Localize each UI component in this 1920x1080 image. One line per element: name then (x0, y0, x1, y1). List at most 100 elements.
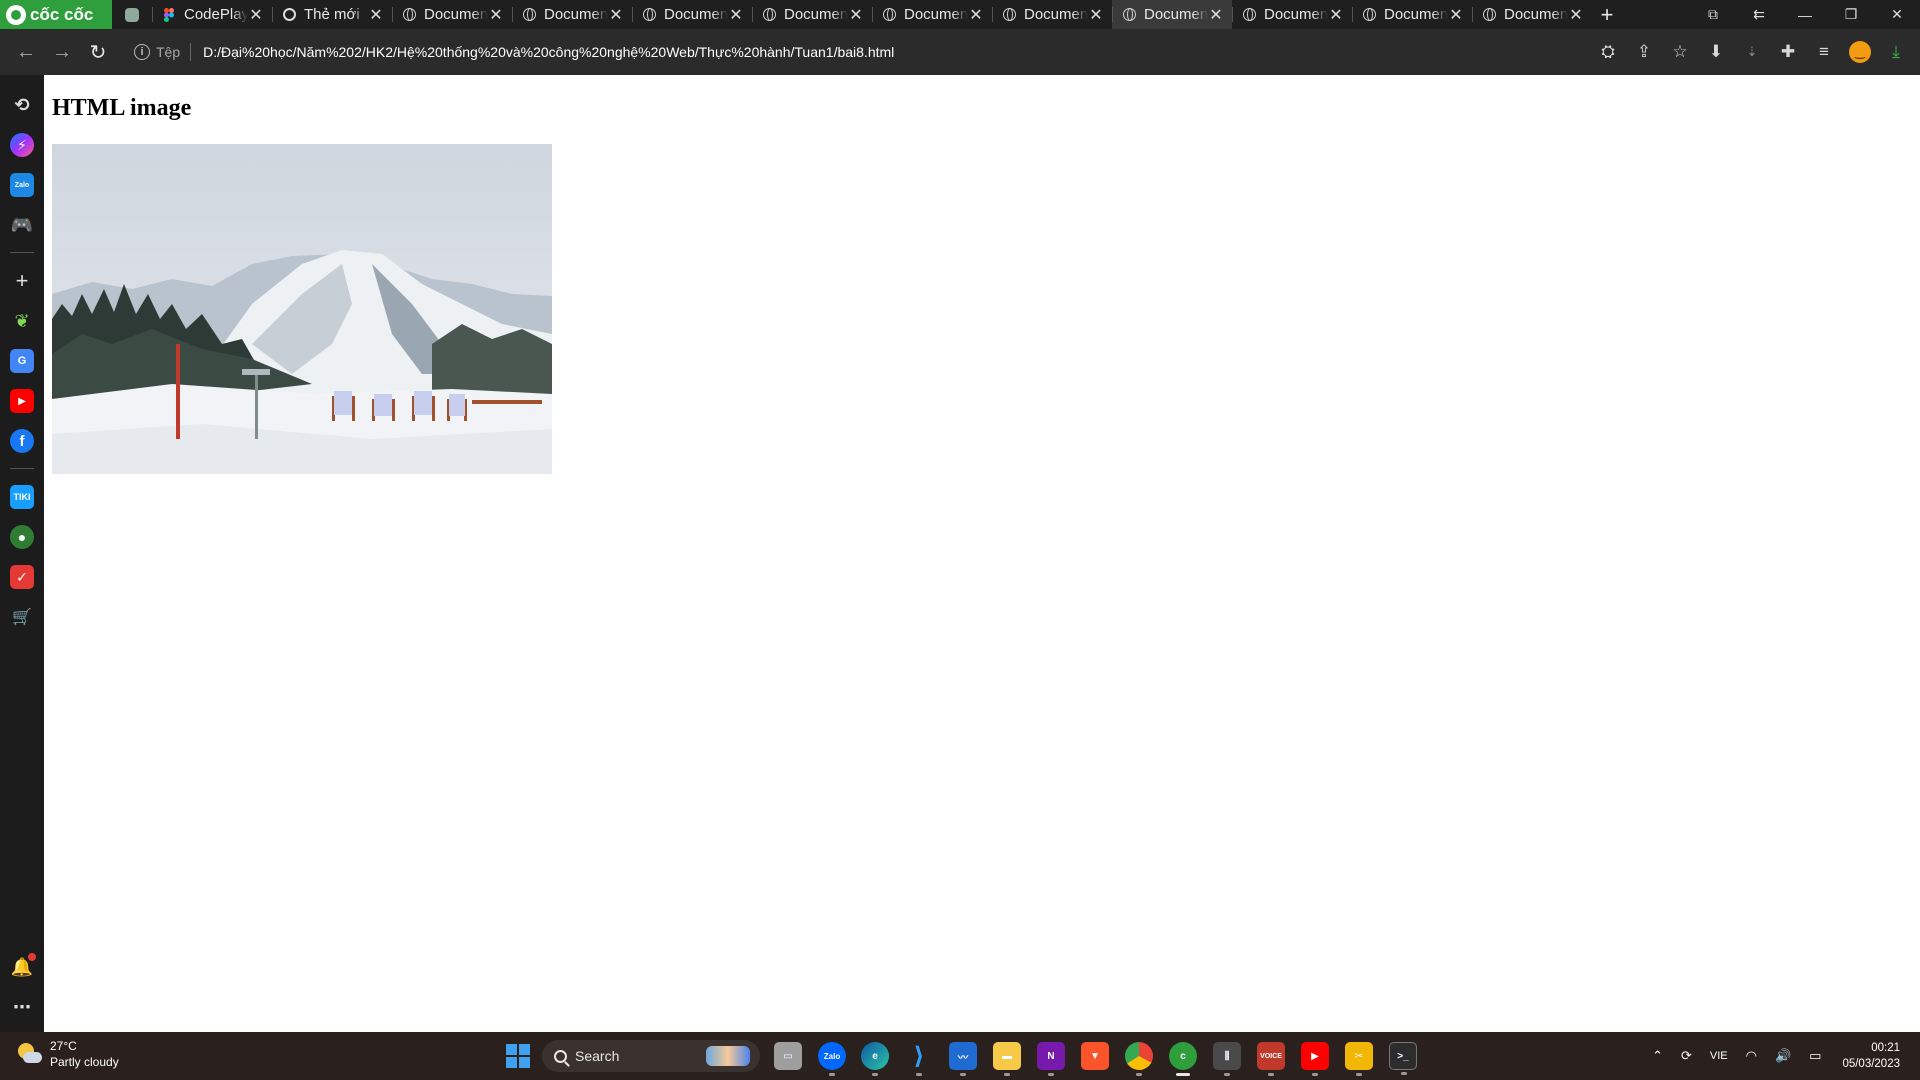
tab-close-icon[interactable]: ✕ (368, 5, 384, 25)
tab-document[interactable]: Documen ✕ (1472, 0, 1592, 29)
google-translate-icon[interactable]: G (10, 349, 34, 373)
avatar: ‿ (1849, 41, 1871, 63)
weather-widget[interactable]: 27°C Partly cloudy (16, 1038, 119, 1070)
youtube-icon[interactable]: ▶ (10, 389, 34, 413)
back-button[interactable]: ← (8, 34, 44, 70)
tab-codeplay[interactable]: CodePlay ✕ (152, 0, 272, 29)
taskbar-clock[interactable]: 00:21 05/03/2023 (1842, 1040, 1900, 1072)
messenger-icon[interactable]: ⚡ (10, 133, 34, 157)
extensions-icon[interactable]: ✚ (1770, 34, 1806, 70)
voicemeeter-icon[interactable]: VOICE (1257, 1042, 1285, 1076)
tab-document[interactable]: Documen ✕ (992, 0, 1112, 29)
forward-button[interactable]: → (44, 34, 80, 70)
address-bar[interactable]: i Tệp D:/Đại%20học/Năm%202/HK2/Hệ%20thốn… (124, 35, 1424, 69)
tab-label: Documen (544, 6, 608, 23)
coccoc-taskbar-icon[interactable]: c (1169, 1042, 1197, 1076)
close-window-button[interactable]: ✕ (1874, 6, 1920, 23)
facebook-icon[interactable]: f (10, 429, 34, 453)
tab-pinned-chatgpt[interactable] (112, 0, 152, 29)
tab-search-icon[interactable]: ⧉ (1690, 6, 1736, 23)
chrome-icon[interactable] (1125, 1042, 1153, 1076)
tab-label: Documen (1384, 6, 1448, 23)
wifi-icon[interactable]: ◠ (1746, 1048, 1757, 1064)
downloads-icon[interactable]: ⤓ (1878, 34, 1914, 70)
game-controller-icon[interactable]: 🎮 (10, 213, 34, 237)
add-sidebar-app-icon[interactable]: + (10, 268, 34, 293)
address-url[interactable]: D:/Đại%20học/Năm%202/HK2/Hệ%20thống%20và… (203, 44, 894, 60)
globe-icon (642, 8, 656, 22)
savior-download-icon[interactable]: ⬇ (1698, 34, 1734, 70)
globe-icon (522, 8, 536, 22)
tab-document[interactable]: Documen ✕ (632, 0, 752, 29)
history-icon[interactable]: ⟲ (10, 93, 34, 117)
zalo-icon[interactable]: Zalo (818, 1042, 846, 1076)
taskbar-search-box[interactable]: Search (542, 1040, 760, 1072)
tab-label: Documen (1504, 6, 1568, 23)
bookmark-star-icon[interactable]: ☆ (1662, 34, 1698, 70)
clock-time: 00:21 (1871, 1042, 1900, 1054)
sync-icon[interactable]: ⟳ (1681, 1048, 1692, 1064)
tab-close-icon[interactable]: ✕ (1088, 5, 1104, 25)
tab-close-icon[interactable]: ✕ (248, 5, 264, 25)
vscode-icon[interactable]: ⟩ (905, 1042, 933, 1076)
browser-menu-button[interactable]: cốc cốc (0, 0, 112, 29)
task-view-icon[interactable]: ▭ (774, 1042, 802, 1070)
minimize-button[interactable]: — (1782, 7, 1828, 23)
tab-document[interactable]: Documen ✕ (1232, 0, 1352, 29)
tab-close-icon[interactable]: ✕ (848, 5, 864, 25)
translate-icon[interactable]: ⛭ (1590, 34, 1626, 70)
tab-document[interactable]: Documen ✕ (512, 0, 632, 29)
more-options-icon[interactable]: ⋯ (10, 995, 34, 1019)
tab-document[interactable]: Documen ✕ (752, 0, 872, 29)
brave-icon[interactable]: ▼ (1081, 1042, 1109, 1070)
tab-close-icon[interactable]: ✕ (968, 5, 984, 25)
terminal-icon[interactable]: >_ (1389, 1042, 1417, 1075)
notification-badge (28, 953, 36, 961)
youtube-music-icon[interactable]: ▶ (1301, 1042, 1329, 1076)
tiki-icon[interactable]: TIKI (10, 485, 34, 509)
site-info-icon[interactable]: i (134, 44, 150, 60)
tab-close-icon[interactable]: ✕ (1568, 5, 1584, 25)
globe-icon (1242, 8, 1256, 22)
windows-start-button[interactable] (506, 1044, 530, 1068)
shopping-cart-icon[interactable]: 🛒 (10, 605, 34, 629)
chevron-up-icon[interactable]: ⌃ (1652, 1048, 1663, 1064)
new-tab-button[interactable]: + (1592, 0, 1622, 29)
zalo-icon[interactable]: Zalo (10, 173, 34, 197)
restore-button[interactable]: ❐ (1828, 6, 1874, 23)
tab-label: Documen (1024, 6, 1088, 23)
tab-document[interactable]: Documen ✕ (392, 0, 512, 29)
address-divider (190, 43, 192, 61)
tab-document[interactable]: Documen ✕ (872, 0, 992, 29)
tab-new-tab[interactable]: Thẻ mới ✕ (272, 0, 392, 29)
whiteboard-icon[interactable]: 〰 (949, 1042, 977, 1076)
reading-list-icon[interactable]: ≡ (1806, 34, 1842, 70)
battery-icon[interactable]: ▭ (1809, 1048, 1821, 1064)
share-icon[interactable]: ⇪ (1626, 34, 1662, 70)
tab-close-icon[interactable]: ✕ (1328, 5, 1344, 25)
input-language-indicator[interactable]: VIE (1710, 1050, 1728, 1062)
tab-close-icon[interactable]: ✕ (728, 5, 744, 25)
tab-document-active[interactable]: Documen ✕ (1112, 0, 1232, 29)
back-forward-cache-icon[interactable]: ⇇ (1736, 6, 1782, 23)
globe-icon (1002, 8, 1016, 22)
todo-check-icon[interactable]: ✓ (10, 565, 34, 589)
snipping-tool-icon[interactable]: ✂ (1345, 1042, 1373, 1076)
snowy-mountain-image (52, 144, 552, 474)
onenote-icon[interactable]: N (1037, 1042, 1065, 1076)
tab-document[interactable]: Documen ✕ (1352, 0, 1472, 29)
tab-close-icon[interactable]: ✕ (1448, 5, 1464, 25)
coccoc-green-icon[interactable]: ❦ (10, 309, 34, 333)
reload-button[interactable]: ↻ (80, 34, 116, 70)
chevron-down-icon[interactable]: ⇣ (1734, 34, 1770, 70)
earth-icon[interactable]: ● (10, 525, 34, 549)
tab-close-icon[interactable]: ✕ (1208, 5, 1224, 25)
file-explorer-icon[interactable]: ▬ (993, 1042, 1021, 1076)
tab-close-icon[interactable]: ✕ (608, 5, 624, 25)
tab-close-icon[interactable]: ✕ (488, 5, 504, 25)
volume-icon[interactable]: 🔊 (1775, 1048, 1791, 1064)
system-tray: ⌃ ⟳ VIE ◠ 🔊 ▭ 00:21 05/03/2023 (1643, 1032, 1920, 1080)
profile-button[interactable]: ‿ (1842, 34, 1878, 70)
edge-icon[interactable]: e (861, 1042, 889, 1076)
equalizer-mixer-icon[interactable]: ⫼ (1213, 1042, 1241, 1076)
